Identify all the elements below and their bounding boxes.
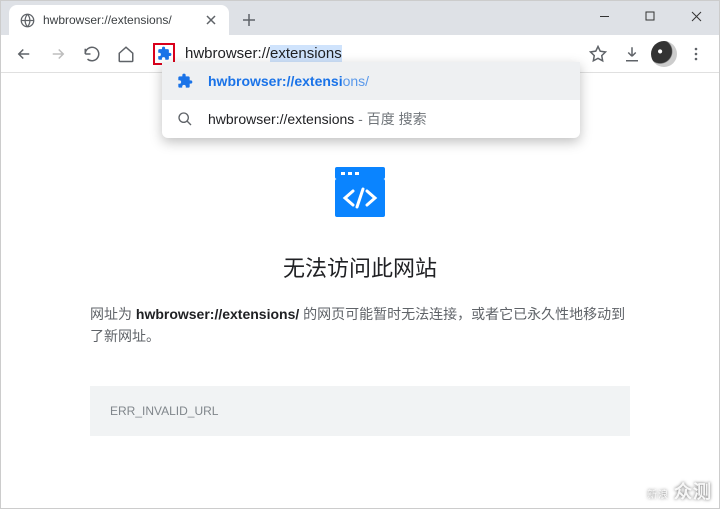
suggestion-text: hwbrowser://extensions - 百度 搜索 xyxy=(208,109,427,129)
favorite-button[interactable] xyxy=(583,39,613,69)
tab-extensions[interactable]: hwbrowser://extensions/ xyxy=(9,5,229,35)
suggestion-text: hwbrowser://extensions/ xyxy=(208,73,369,89)
profile-avatar[interactable] xyxy=(651,41,677,67)
tab-close-button[interactable] xyxy=(203,12,219,28)
home-button[interactable] xyxy=(111,39,141,69)
search-icon xyxy=(176,110,194,128)
error-description: 网址为 hwbrowser://extensions/ 的网页可能暂时无法连接，… xyxy=(90,303,630,348)
tab-title: hwbrowser://extensions/ xyxy=(43,13,195,27)
forward-button[interactable] xyxy=(43,39,73,69)
back-button[interactable] xyxy=(9,39,39,69)
suggestion-item-search[interactable]: hwbrowser://extensions - 百度 搜索 xyxy=(162,100,580,138)
watermark: 新浪 众测 xyxy=(647,483,712,501)
close-window-button[interactable] xyxy=(673,1,719,31)
globe-icon xyxy=(19,12,35,28)
window-controls xyxy=(581,1,719,31)
minimize-button[interactable] xyxy=(581,1,627,31)
url-input[interactable]: hwbrowser://extensions xyxy=(175,45,573,62)
error-code-icon xyxy=(325,161,395,221)
error-title: 无法访问此网站 xyxy=(283,251,437,283)
suggestion-item-extension[interactable]: hwbrowser://extensions/ xyxy=(162,62,580,100)
page-content: 无法访问此网站 网址为 hwbrowser://extensions/ 的网页可… xyxy=(1,73,719,508)
browser-window: hwbrowser://extensions/ xyxy=(0,0,720,509)
maximize-button[interactable] xyxy=(627,1,673,31)
download-button[interactable] xyxy=(617,39,647,69)
reload-button[interactable] xyxy=(77,39,107,69)
error-code: ERR_INVALID_URL xyxy=(90,386,630,436)
new-tab-button[interactable] xyxy=(235,6,263,34)
puzzle-icon xyxy=(176,72,194,90)
menu-button[interactable] xyxy=(681,39,711,69)
url-suggestions-dropdown: hwbrowser://extensions/ hwbrowser://exte… xyxy=(162,62,580,138)
titlebar: hwbrowser://extensions/ xyxy=(1,1,719,35)
